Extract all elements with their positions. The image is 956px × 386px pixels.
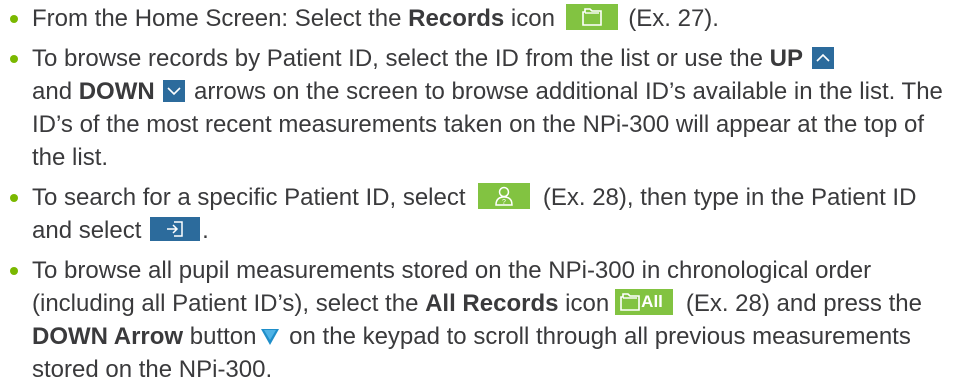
text: . xyxy=(202,217,209,244)
bold-term: UP xyxy=(769,45,803,72)
list-item: To search for a specific Patient ID, sel… xyxy=(8,181,956,247)
instruction-document: From the Home Screen: Select the Records… xyxy=(0,2,956,386)
bullet-dot xyxy=(10,15,18,23)
text: icon xyxy=(504,5,555,32)
down-arrow-icon xyxy=(163,80,186,102)
up-arrow-icon xyxy=(811,47,834,69)
list-item: From the Home Screen: Select the Records… xyxy=(8,2,956,35)
bold-term: All Records xyxy=(425,290,559,317)
bullet-dot xyxy=(10,55,18,63)
text: icon xyxy=(558,290,610,317)
records-folder-icon xyxy=(565,4,618,30)
text: (Ex. 27). xyxy=(621,5,719,32)
bullet-list: From the Home Screen: Select the Records… xyxy=(8,2,956,386)
text: (Ex. 28) and press the xyxy=(679,290,922,317)
svg-text:?: ? xyxy=(502,199,506,206)
bullet-dot xyxy=(10,267,18,275)
text: From the Home Screen: Select the xyxy=(32,5,409,32)
list-item: To browse all pupil measurements stored … xyxy=(8,254,956,386)
all-records-icon: All xyxy=(615,289,674,315)
text: button xyxy=(183,323,257,350)
text: and xyxy=(32,78,79,105)
patient-search-icon: ? xyxy=(478,183,531,209)
bold-term: Records xyxy=(408,5,505,32)
text: To search for a specific Patient ID, sel… xyxy=(32,184,473,211)
down-triangle-icon xyxy=(260,325,280,347)
all-records-icon-label: All xyxy=(641,292,663,311)
bold-term: DOWN xyxy=(78,78,155,105)
text: To browse records by Patient ID, select … xyxy=(32,45,770,72)
bold-term: DOWN Arrow xyxy=(32,323,184,350)
bullet-dot xyxy=(10,194,18,202)
enter-icon xyxy=(150,217,201,241)
list-item: To browse records by Patient ID, select … xyxy=(8,42,956,174)
